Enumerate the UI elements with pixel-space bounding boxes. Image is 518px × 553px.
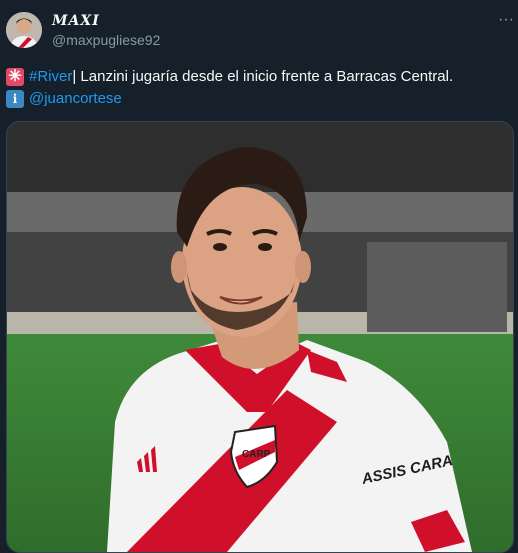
tweet-text: ✳ #River | Lanzini jugaría desde el inic… xyxy=(6,66,512,110)
author-name[interactable]: MAXI xyxy=(52,13,100,29)
avatar[interactable] xyxy=(6,12,42,48)
more-options-button[interactable]: ··· xyxy=(494,8,518,32)
hashtag-link[interactable]: #River xyxy=(29,66,72,88)
tweet-header: MAXI @maxpugliese92 ··· xyxy=(0,0,518,60)
tweet-body: | Lanzini jugaría desde el inicio frente… xyxy=(72,68,454,85)
mention-link[interactable]: @juancortese xyxy=(29,88,122,110)
svg-text:CARP: CARP xyxy=(242,449,271,460)
more-icon: ··· xyxy=(498,11,514,28)
eight-spoked-asterisk-icon: ✳ xyxy=(6,68,24,86)
tweet-photo[interactable]: CARP ASSIS CARA xyxy=(6,121,514,553)
author-handle[interactable]: @maxpugliese92 xyxy=(52,32,160,48)
information-icon: i xyxy=(6,90,24,108)
